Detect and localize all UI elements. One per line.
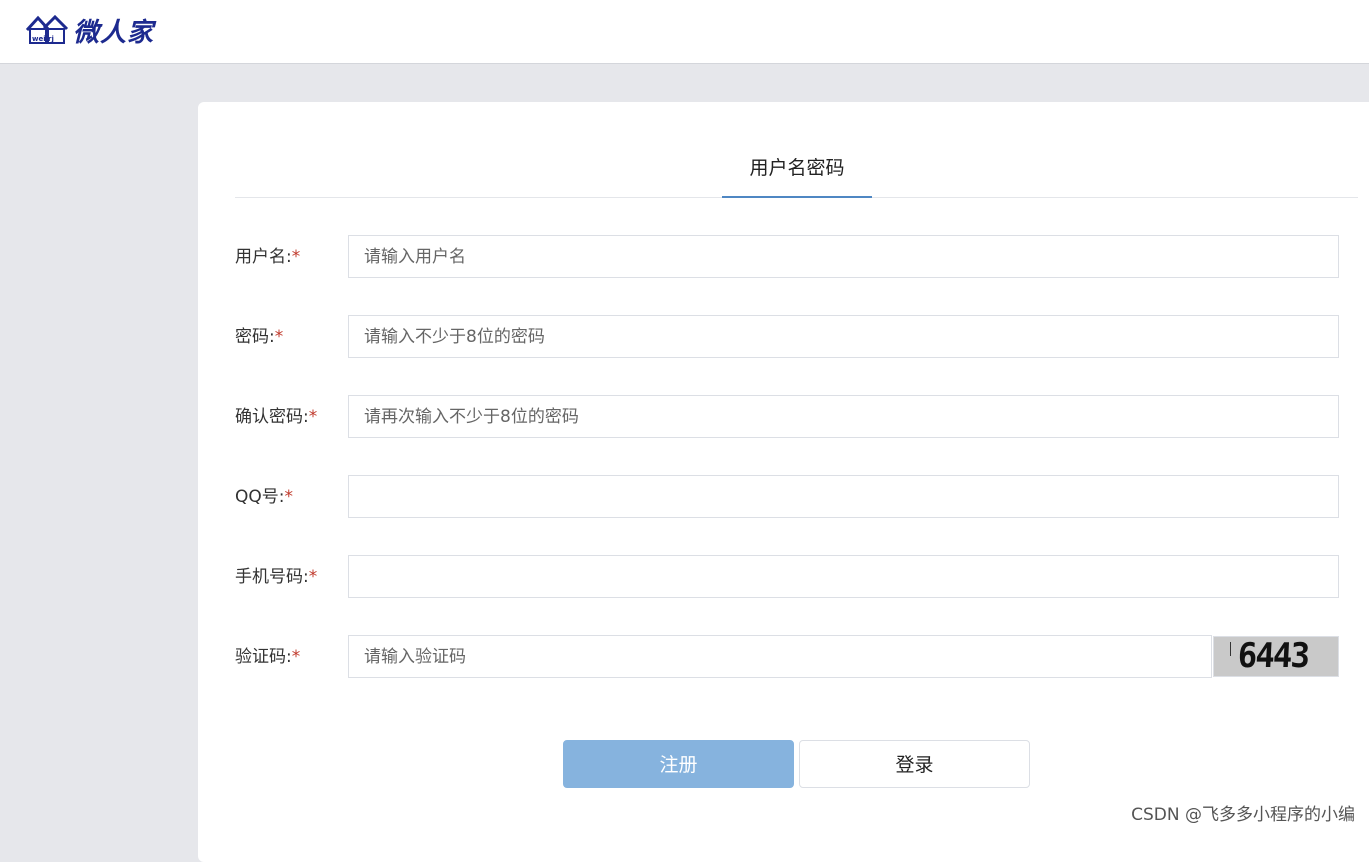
password-label-text: 密码:	[235, 327, 275, 347]
captcha-row: 验证码:* 6443	[235, 635, 1339, 679]
phone-label-text: 手机号码:	[235, 567, 309, 587]
phone-row: 手机号码:*	[235, 555, 1339, 599]
house-logo-icon: wei rj	[24, 13, 70, 47]
confirm-password-input[interactable]	[348, 395, 1339, 438]
required-mark: *	[275, 327, 284, 347]
register-button[interactable]: 注册	[563, 740, 794, 788]
site-logo[interactable]: wei rj 微人家	[24, 12, 154, 48]
tab-bar: 用户名密码	[235, 142, 1358, 198]
phone-label: 手机号码:*	[235, 555, 317, 599]
required-mark: *	[309, 567, 318, 587]
password-label: 密码:*	[235, 315, 283, 359]
username-label: 用户名:*	[235, 235, 300, 279]
login-button[interactable]: 登录	[799, 740, 1030, 788]
top-header: wei rj 微人家	[0, 0, 1369, 64]
required-mark: *	[309, 407, 318, 427]
qq-row: QQ号:*	[235, 475, 1339, 519]
qq-input[interactable]	[348, 475, 1339, 518]
phone-input[interactable]	[348, 555, 1339, 598]
captcha-text: 6443	[1237, 636, 1309, 676]
csdn-watermark: CSDN @飞多多小程序的小编	[1131, 800, 1355, 825]
required-mark: *	[292, 247, 301, 267]
required-mark: *	[292, 647, 301, 667]
required-mark: *	[285, 487, 294, 507]
username-label-text: 用户名:	[235, 247, 292, 267]
tab-username-password[interactable]: 用户名密码	[722, 142, 872, 198]
captcha-label: 验证码:*	[235, 635, 300, 679]
captcha-label-text: 验证码:	[235, 647, 292, 667]
captcha-input[interactable]	[348, 635, 1212, 678]
qq-label-text: QQ号:	[235, 487, 285, 507]
username-input[interactable]	[348, 235, 1339, 278]
confirm-password-label-text: 确认密码:	[235, 407, 309, 427]
password-row: 密码:*	[235, 315, 1339, 359]
register-card: 用户名密码 用户名:* 密码:* 确认密码:* QQ号:* 手机号码:* 验证码…	[198, 102, 1369, 862]
captcha-noise-line	[1230, 642, 1231, 656]
confirm-password-label: 确认密码:*	[235, 395, 317, 439]
password-input[interactable]	[348, 315, 1339, 358]
qq-label: QQ号:*	[235, 475, 293, 519]
captcha-image[interactable]: 6443	[1213, 636, 1339, 677]
logo-small-text: wei rj	[32, 35, 54, 43]
username-row: 用户名:*	[235, 235, 1339, 279]
confirm-password-row: 确认密码:*	[235, 395, 1339, 439]
logo-text: 微人家	[73, 12, 154, 49]
